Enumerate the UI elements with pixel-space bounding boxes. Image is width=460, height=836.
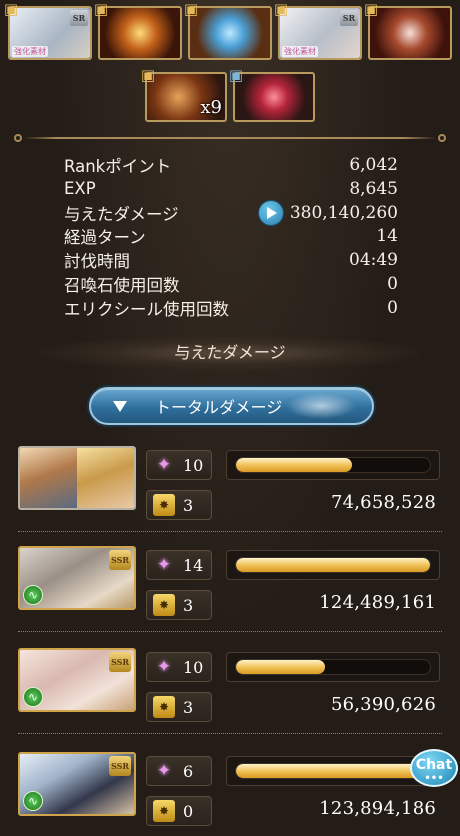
stat-damage-dealt: 与えたダメージ 380,140,260	[64, 199, 398, 226]
party-member-row: SSR ∿ ✦ 14 ✸ 3 124,489,161	[18, 546, 442, 632]
wind-element-icon: ∿	[23, 687, 43, 707]
stat-value: 04:49	[349, 250, 398, 271]
rarity-badge: SSR	[109, 756, 131, 776]
total-damage-dropdown[interactable]: トータルダメージ	[89, 387, 374, 425]
character-portrait[interactable]	[18, 446, 136, 510]
reward-row-1: ▣ SR 強化素材 ▣ ▣ ▣ SR 強化素材 ▣	[0, 1, 460, 60]
wind-element-icon: ∿	[23, 791, 43, 811]
gauge-fill	[236, 458, 353, 472]
stat-rank-points: Rankポイント 6,042	[64, 153, 398, 177]
chat-dots-icon: •••	[424, 773, 444, 784]
stat-value: 380,140,260	[289, 202, 398, 223]
sparkle-icon: ✦	[156, 555, 172, 575]
caret-down-icon	[113, 400, 127, 412]
sparkle-icon: ✦	[156, 455, 172, 475]
sparkle-icon: ✦	[156, 761, 172, 781]
member-damage: 56,390,626	[330, 694, 436, 715]
damage-gauge	[226, 756, 440, 786]
reward-quantity: x9	[200, 97, 222, 118]
member-damage: 74,658,528	[330, 492, 436, 513]
party-member-row: SSR ∿ ✦ 6 ✸ 0 123,894,186	[18, 752, 442, 826]
chest-icon: ▣	[363, 0, 379, 18]
play-icon[interactable]	[257, 199, 284, 226]
stat-label: エリクシール使用回数	[64, 299, 229, 319]
chat-label: Chat	[415, 757, 453, 773]
stat-value: 6,042	[349, 154, 398, 175]
character-portrait[interactable]: SSR ∿	[18, 752, 136, 816]
burst-icon: ✸	[153, 494, 175, 516]
stat-elixir-uses: エリクシール使用回数 0	[64, 296, 398, 320]
skill-count: ✦ 6	[146, 756, 212, 786]
stat-exp: EXP 8,645	[64, 177, 398, 201]
character-portrait[interactable]: SSR ∿	[18, 648, 136, 712]
reward-item[interactable]: ▣ SR 強化素材	[4, 1, 92, 60]
ougi-count: ✸ 3	[146, 590, 212, 620]
sparkle-icon: ✦	[156, 657, 172, 677]
chest-icon: ▣	[273, 0, 289, 18]
member-damage: 123,894,186	[319, 798, 436, 819]
gauge-fill	[236, 558, 430, 572]
damage-gauge	[226, 450, 440, 480]
stat-value: 0	[387, 273, 398, 294]
member-damage: 124,489,161	[319, 592, 436, 613]
rarity-badge: SR	[340, 10, 358, 26]
stat-label: 与えたダメージ	[64, 204, 179, 224]
ougi-count: ✸ 3	[146, 490, 212, 520]
burst-icon: ✸	[153, 696, 175, 718]
stat-label: EXP	[64, 179, 96, 199]
stat-clear-time: 討伐時間 04:49	[64, 248, 398, 272]
damage-gauge	[226, 550, 440, 580]
chest-icon: ▣	[93, 0, 109, 18]
rarity-badge: SR	[70, 10, 88, 26]
ornamental-divider	[14, 133, 446, 143]
rarity-badge: SSR	[109, 550, 131, 570]
damage-section-heading: 与えたダメージ	[40, 336, 420, 370]
ougi-count: ✸ 0	[146, 796, 212, 826]
item-tag: 強化素材	[12, 46, 48, 57]
chest-icon: ▣	[3, 0, 19, 18]
rarity-badge: SSR	[109, 652, 131, 672]
chest-icon: ▣	[183, 0, 199, 18]
reward-item[interactable]: ▣	[364, 1, 452, 60]
stat-label: 経過ターン	[64, 228, 146, 248]
reward-item[interactable]: ▣ SR 強化素材	[274, 1, 362, 60]
character-portrait[interactable]: SSR ∿	[18, 546, 136, 610]
wind-element-icon: ∿	[23, 585, 43, 605]
stat-value: 14	[376, 226, 398, 247]
stat-summon-uses: 召喚石使用回数 0	[64, 272, 398, 296]
skill-count: ✦ 10	[146, 652, 212, 682]
ougi-count: ✸ 3	[146, 692, 212, 722]
skill-count: ✦ 10	[146, 450, 212, 480]
result-stats: Rankポイント 6,042 EXP 8,645 与えたダメージ 380,140…	[64, 153, 398, 320]
reward-item[interactable]: ▣	[229, 67, 315, 122]
stat-label: Rankポイント	[64, 156, 172, 176]
damage-gauge	[226, 652, 440, 682]
item-tag: 強化素材	[282, 46, 318, 57]
reward-item[interactable]: ▣	[94, 1, 182, 60]
burst-icon: ✸	[153, 800, 175, 822]
chat-button[interactable]: Chat •••	[410, 749, 458, 787]
reward-item[interactable]: ▣	[184, 1, 272, 60]
burst-icon: ✸	[153, 594, 175, 616]
reward-item[interactable]: ▣ x9	[141, 67, 227, 122]
dropdown-label: トータルダメージ	[155, 398, 283, 417]
gauge-fill	[236, 764, 430, 778]
stat-elapsed-turns: 経過ターン 14	[64, 224, 398, 248]
stat-label: 召喚石使用回数	[64, 275, 180, 295]
stat-label: 討伐時間	[64, 252, 130, 272]
stat-value: 8,645	[349, 178, 398, 199]
gauge-fill	[236, 660, 326, 674]
party-member-row: ✦ 10 ✸ 3 74,658,528	[18, 446, 442, 532]
chest-icon: ▣	[140, 66, 156, 84]
skill-count: ✦ 14	[146, 550, 212, 580]
chest-icon: ▣	[228, 66, 244, 84]
reward-row-2: ▣ x9 ▣	[0, 67, 460, 122]
party-member-row: SSR ∿ ✦ 10 ✸ 3 56,390,626	[18, 648, 442, 734]
stat-value: 0	[387, 297, 398, 318]
